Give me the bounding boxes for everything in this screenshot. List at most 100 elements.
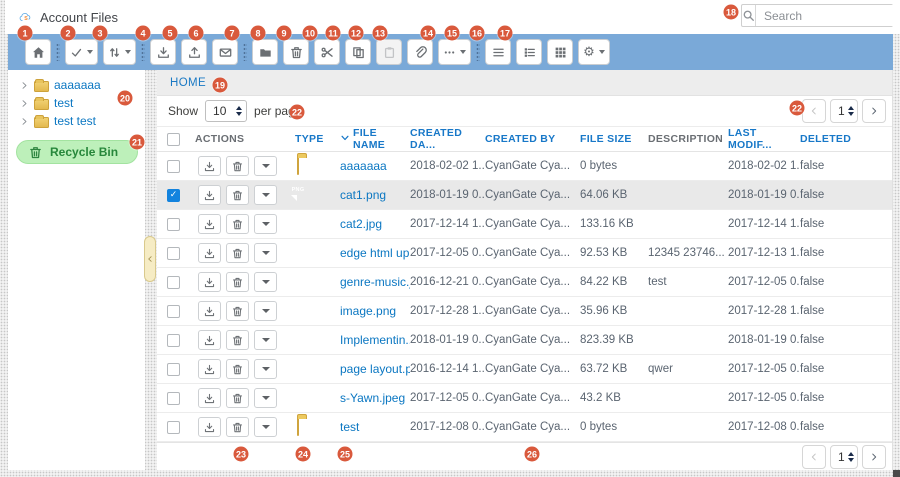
cut-button[interactable] <box>314 39 340 65</box>
attach-button[interactable] <box>407 39 433 65</box>
page-size-value: 10 <box>213 104 226 118</box>
row-more-button[interactable] <box>254 388 277 408</box>
row-checkbox[interactable] <box>167 218 180 231</box>
sidebar-item-recycle-bin[interactable]: Recycle Bin <box>16 140 138 164</box>
list-view-button[interactable] <box>485 39 511 65</box>
row-checkbox[interactable] <box>167 363 180 376</box>
breadcrumb-home-link[interactable]: HOME <box>170 77 206 89</box>
row-download-button[interactable] <box>198 330 221 350</box>
row-delete-button[interactable] <box>226 214 249 234</box>
row-download-button[interactable] <box>198 243 221 263</box>
row-checkbox[interactable] <box>167 276 180 289</box>
row-checkbox[interactable] <box>167 334 180 347</box>
page-size-stepper[interactable]: 10 <box>205 100 247 122</box>
row-more-button[interactable] <box>254 301 277 321</box>
table-header-row: ACTIONSTYPEFILE NAMECREATED DA...CREATED… <box>157 126 892 152</box>
row-more-button[interactable] <box>254 243 277 263</box>
detail-view-button[interactable] <box>516 39 542 65</box>
column-header-file-name[interactable]: FILE NAME <box>340 127 410 151</box>
row-more-button[interactable] <box>254 330 277 350</box>
next-page-button[interactable] <box>862 445 886 469</box>
file-name-link[interactable]: cat2.jpg <box>340 217 410 231</box>
file-name-link[interactable]: edge html upl... <box>340 246 410 260</box>
row-delete-button[interactable] <box>226 388 249 408</box>
file-name-link[interactable]: genre-music.j... <box>340 275 410 289</box>
annotation-badge: 26 <box>525 447 540 462</box>
sidebar-collapse-handle[interactable] <box>144 236 156 282</box>
row-checkbox[interactable] <box>167 421 180 434</box>
more-button[interactable] <box>438 39 471 65</box>
row-checkbox[interactable]: ✓ <box>167 189 180 202</box>
row-download-button[interactable] <box>198 156 221 176</box>
file-name-link[interactable]: Implementin... <box>340 333 410 347</box>
row-download-button[interactable] <box>198 359 221 379</box>
settings-button[interactable]: ⚙ <box>578 39 610 65</box>
row-more-button[interactable] <box>254 272 277 292</box>
chevron-right-icon[interactable] <box>20 99 29 108</box>
row-delete-button[interactable] <box>226 417 249 437</box>
paste-button[interactable] <box>376 39 402 65</box>
row-download-button[interactable] <box>198 301 221 321</box>
sort-button[interactable] <box>103 39 136 65</box>
column-header-deleted[interactable]: DELETED <box>800 133 892 145</box>
column-header-created-by[interactable]: CREATED BY <box>485 133 580 145</box>
upload-button[interactable] <box>181 39 207 65</box>
search-input[interactable] <box>756 5 900 26</box>
column-header-file-size[interactable]: FILE SIZE <box>580 133 648 145</box>
next-page-button[interactable] <box>862 99 886 123</box>
grid-view-button[interactable] <box>547 39 573 65</box>
row-download-button[interactable] <box>198 272 221 292</box>
file-name-link[interactable]: image.png <box>340 304 410 318</box>
chevron-right-icon[interactable] <box>20 117 29 126</box>
email-button[interactable] <box>212 39 238 65</box>
row-download-button[interactable] <box>198 214 221 234</box>
row-delete-button[interactable] <box>226 301 249 321</box>
page-number-stepper[interactable]: 1 <box>830 445 858 469</box>
file-name-link[interactable]: s-Yawn.jpeg <box>340 391 410 405</box>
prev-page-button[interactable] <box>802 445 826 469</box>
row-download-button[interactable] <box>198 185 221 205</box>
row-checkbox[interactable] <box>167 160 180 173</box>
row-more-button[interactable] <box>254 185 277 205</box>
row-more-button[interactable] <box>254 156 277 176</box>
download-button[interactable] <box>150 39 176 65</box>
row-delete-button[interactable] <box>226 156 249 176</box>
row-checkbox[interactable] <box>167 247 180 260</box>
stepper-arrows-icon[interactable] <box>848 106 854 116</box>
file-name-link[interactable]: page layout.p... <box>340 362 410 376</box>
sidebar-folder-item[interactable]: test test <box>8 112 145 130</box>
delete-button[interactable] <box>283 39 309 65</box>
row-more-button[interactable] <box>254 214 277 234</box>
select-all-checkbox[interactable] <box>167 133 180 146</box>
download-icon <box>204 393 215 404</box>
page-number-stepper[interactable]: 1 <box>830 99 858 123</box>
stepper-arrows-icon[interactable] <box>236 106 242 116</box>
home-button[interactable] <box>25 39 51 65</box>
copy-button[interactable] <box>345 39 371 65</box>
row-more-button[interactable] <box>254 359 277 379</box>
file-name-link[interactable]: aaaaaaa <box>340 159 410 173</box>
annotation-badge: 24 <box>296 447 311 462</box>
row-download-button[interactable] <box>198 388 221 408</box>
paperclip-icon <box>414 46 427 59</box>
new-folder-button[interactable] <box>252 39 278 65</box>
stepper-arrows-icon[interactable] <box>848 452 854 462</box>
column-header-created-da-[interactable]: CREATED DA... <box>410 127 485 151</box>
row-download-button[interactable] <box>198 417 221 437</box>
file-name-link[interactable]: cat1.png <box>340 188 410 202</box>
column-header-type[interactable]: TYPE <box>295 133 340 145</box>
toolbar-group-separator <box>243 43 247 61</box>
row-delete-button[interactable] <box>226 185 249 205</box>
row-delete-button[interactable] <box>226 243 249 263</box>
row-checkbox[interactable] <box>167 392 180 405</box>
prev-page-button[interactable] <box>802 99 826 123</box>
select-button[interactable] <box>65 39 98 65</box>
column-header-last-modif-[interactable]: LAST MODIF... <box>728 127 800 151</box>
row-delete-button[interactable] <box>226 359 249 379</box>
row-delete-button[interactable] <box>226 330 249 350</box>
row-more-button[interactable] <box>254 417 277 437</box>
row-delete-button[interactable] <box>226 272 249 292</box>
file-name-link[interactable]: test <box>340 420 410 434</box>
chevron-right-icon[interactable] <box>20 81 29 90</box>
row-checkbox[interactable] <box>167 305 180 318</box>
